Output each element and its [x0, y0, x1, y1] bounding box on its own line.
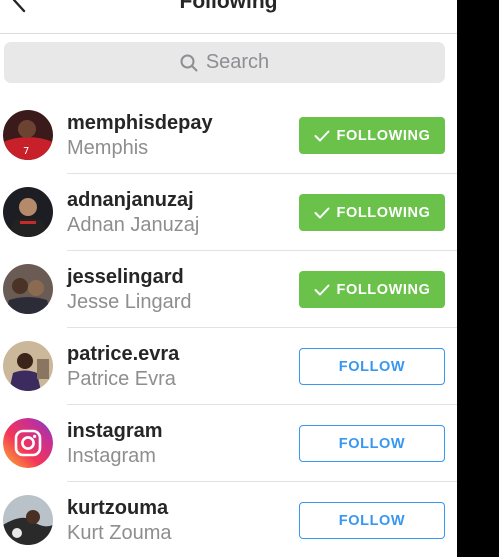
button-label: FOLLOWING	[336, 204, 431, 221]
avatar[interactable]: 7	[3, 110, 53, 160]
list-item[interactable]: 7 memphisdepay Memphis FOLLOWING	[0, 97, 457, 174]
list-item[interactable]: adnanjanuzaj Adnan Januzaj FOLLOWING	[0, 174, 457, 251]
checkmark-icon	[314, 207, 329, 218]
username[interactable]: jesselingard	[67, 266, 184, 289]
search-input[interactable]: Search	[4, 42, 445, 83]
full-name: Instagram	[67, 445, 156, 467]
following-button[interactable]: FOLLOWING	[299, 271, 445, 308]
checkmark-icon	[314, 284, 329, 295]
following-screen: Following Search 7 memphisdepay Memphis …	[0, 0, 457, 557]
button-label: FOLLOW	[338, 358, 406, 375]
following-button[interactable]: FOLLOWING	[299, 117, 445, 154]
navigation-bar: Following	[0, 0, 457, 34]
list-item[interactable]: instagram Instagram FOLLOW	[0, 405, 457, 482]
username[interactable]: memphisdepay	[67, 112, 213, 135]
avatar[interactable]	[3, 495, 53, 545]
username[interactable]: kurtzouma	[67, 497, 168, 520]
avatar[interactable]	[3, 187, 53, 237]
checkmark-icon	[314, 130, 329, 141]
follow-button[interactable]: FOLLOW	[299, 425, 445, 462]
full-name: Patrice Evra	[67, 368, 176, 390]
svg-text:7: 7	[23, 146, 29, 157]
full-name: Memphis	[67, 137, 149, 159]
username[interactable]: patrice.evra	[67, 343, 179, 366]
page-title: Following	[179, 0, 278, 13]
username[interactable]: instagram	[67, 420, 163, 443]
username[interactable]: adnanjanuzaj	[67, 189, 194, 212]
follow-button[interactable]: FOLLOW	[299, 502, 445, 539]
search-placeholder: Search	[205, 51, 270, 73]
full-name: Adnan Januzaj	[67, 214, 200, 236]
following-button[interactable]: FOLLOWING	[299, 194, 445, 231]
search-icon	[180, 54, 198, 71]
button-label: FOLLOWING	[336, 127, 431, 144]
avatar[interactable]	[3, 418, 53, 468]
avatar[interactable]	[3, 341, 53, 391]
button-label: FOLLOWING	[336, 281, 431, 298]
button-label: FOLLOW	[338, 512, 406, 529]
full-name: Jesse Lingard	[67, 291, 192, 313]
list-item[interactable]: patrice.evra Patrice Evra FOLLOW	[0, 328, 457, 405]
button-label: FOLLOW	[338, 435, 406, 452]
avatar[interactable]	[3, 264, 53, 314]
full-name: Kurt Zouma	[67, 522, 172, 544]
follow-button[interactable]: FOLLOW	[299, 348, 445, 385]
list-item[interactable]: kurtzouma Kurt Zouma FOLLOW	[0, 482, 457, 557]
list-item[interactable]: jesselingard Jesse Lingard FOLLOWING	[0, 251, 457, 328]
